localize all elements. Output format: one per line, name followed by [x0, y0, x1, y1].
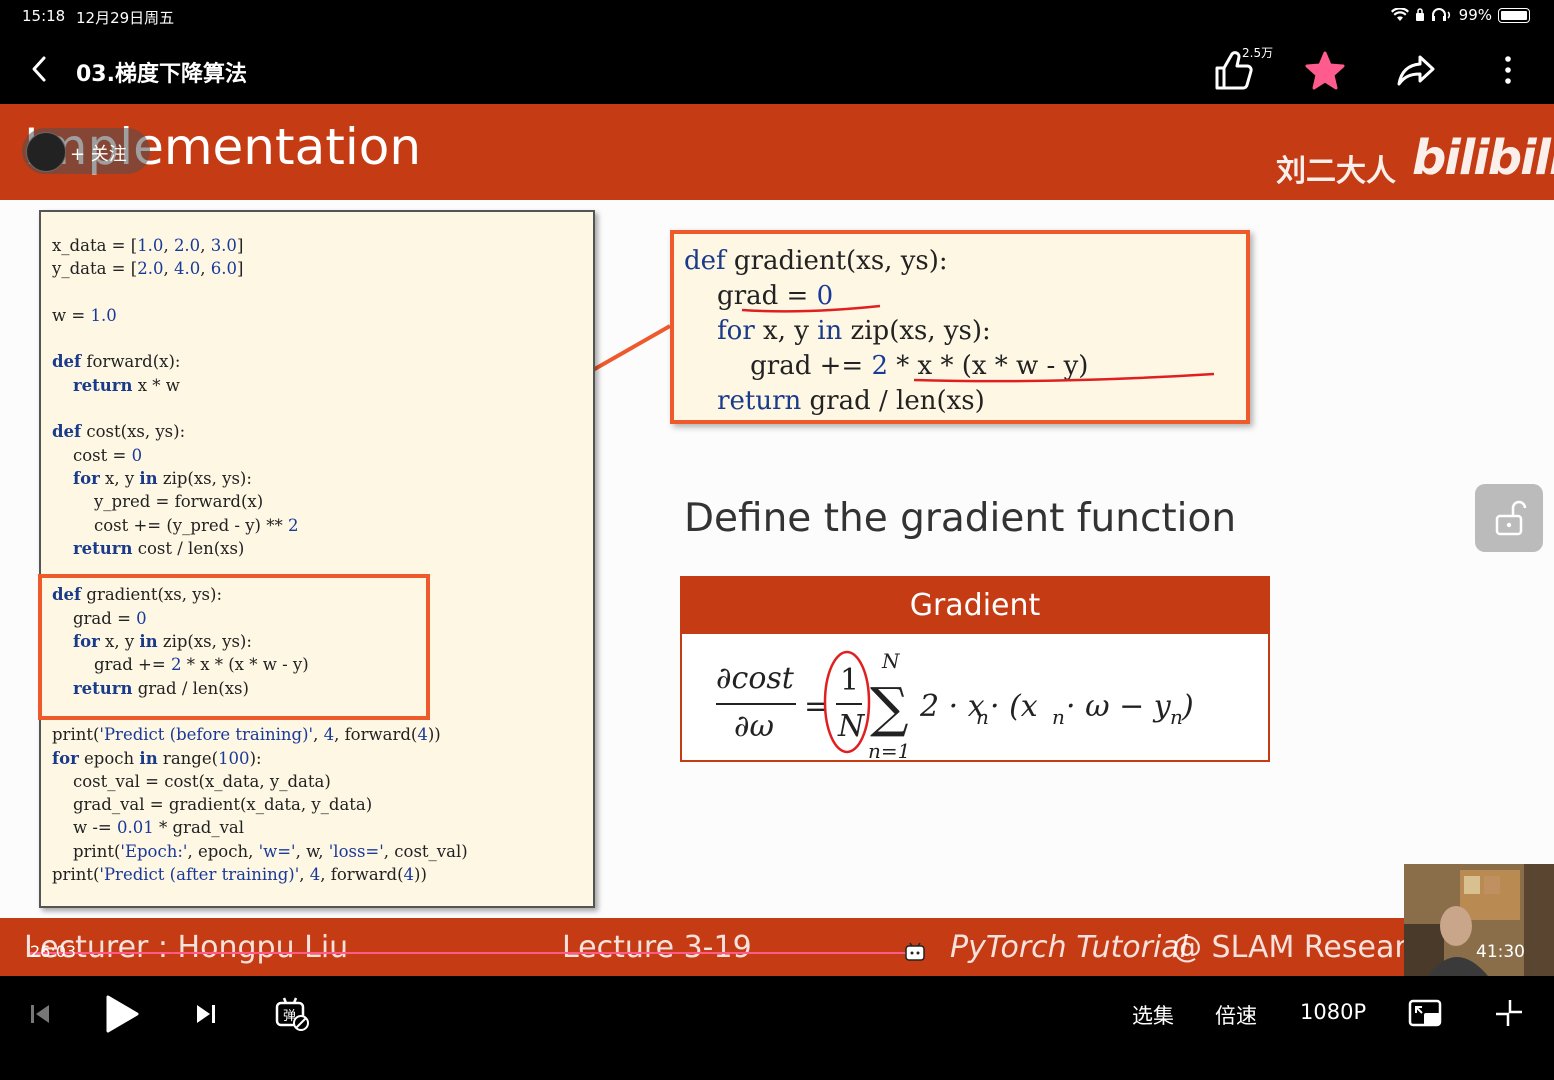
svg-text:): )	[1181, 689, 1194, 724]
more-button[interactable]	[1498, 54, 1518, 86]
battery-percent: 99%	[1458, 6, 1492, 24]
status-time: 15:18	[22, 7, 66, 25]
exit-fullscreen-button[interactable]	[1494, 998, 1524, 1028]
gradient-header: Gradient	[682, 578, 1268, 634]
svg-text:n: n	[1052, 705, 1065, 729]
code-block-main: x_data = [1.0, 2.0, 3.0] y_data = [2.0, …	[52, 236, 468, 885]
next-button[interactable]	[194, 1002, 218, 1026]
share-icon	[1397, 55, 1435, 86]
define-gradient-text: Define the gradient function	[684, 496, 1237, 541]
status-bar: 15:18 12月29日周五 99%	[0, 0, 1554, 32]
status-date: 12月29日周五	[76, 9, 175, 27]
play-button[interactable]	[104, 994, 140, 1034]
top-nav: 03.梯度下降算法 2.5万	[0, 32, 1554, 104]
red-underlines	[741, 304, 1215, 383]
wifi-icon	[1390, 8, 1409, 21]
like-count: 2.5万	[1242, 46, 1274, 60]
svg-text:· ω − y: · ω − y	[1066, 689, 1172, 724]
video-title: 03.梯度下降算法	[76, 62, 247, 87]
back-button[interactable]	[26, 52, 56, 86]
footer-tutorial: PyTorch Tutorial	[950, 930, 1189, 965]
headphones-icon	[1431, 8, 1450, 21]
total-time: 41:30	[1476, 942, 1525, 962]
svg-text:∂ω: ∂ω	[734, 709, 774, 744]
gradient-formula: ∂cost ∂ω = 1 N ∑ N n=1 2 · x n · (x n · …	[716, 649, 1194, 758]
unlock-icon	[1495, 500, 1527, 536]
code-callout: def gradient(xs, ys): grad = 0 for x, y …	[670, 230, 1250, 424]
svg-text:N: N	[881, 649, 901, 673]
svg-text:n=1: n=1	[868, 739, 910, 758]
screen-lock-button[interactable]	[1475, 484, 1543, 552]
quality-button[interactable]: 1080P	[1300, 1000, 1366, 1024]
code-highlight-box	[38, 574, 430, 720]
footer-lecture: Lecture 3-19	[562, 930, 752, 965]
gradient-formula-box: Gradient ∂cost ∂ω = 1 N ∑ N n=1 2 · x n …	[680, 576, 1270, 762]
slide-footer: Lecturer : Hongpu Liu Lecture 3-19 PyTor…	[0, 918, 1554, 976]
player-controls: 弹 选集 倍速 1080P	[0, 976, 1554, 1080]
video-player[interactable]: Implementation + 关注 刘二大人 bilibili x_data…	[0, 104, 1554, 976]
status-icons: 99%	[1390, 6, 1530, 24]
share-button[interactable]	[1396, 52, 1436, 88]
favorite-button[interactable]	[1304, 50, 1346, 92]
svg-text:n: n	[1170, 705, 1183, 729]
footer-slam: @ SLAM Resear	[1172, 930, 1407, 965]
svg-text:∂cost: ∂cost	[716, 661, 795, 696]
svg-text:1: 1	[840, 663, 859, 698]
previous-button[interactable]	[28, 1002, 52, 1026]
svg-text:· (x: · (x	[990, 689, 1038, 724]
speed-button[interactable]: 倍速	[1215, 1000, 1257, 1030]
battery-icon	[1498, 7, 1530, 23]
progress-thumb[interactable]	[904, 942, 926, 962]
current-time: 26:03	[30, 942, 77, 961]
progress-bar[interactable]	[30, 952, 908, 954]
danmaku-toggle-button[interactable]: 弹	[274, 996, 310, 1032]
code-panel: x_data = [1.0, 2.0, 3.0] y_data = [2.0, …	[39, 210, 595, 908]
svg-text:2 · x: 2 · x	[919, 689, 985, 724]
gradient-title: Gradient	[909, 588, 1041, 623]
svg-text:n: n	[976, 705, 989, 729]
episodes-button[interactable]: 选集	[1132, 1000, 1174, 1030]
svg-text:∑: ∑	[870, 676, 909, 739]
pip-button[interactable]	[1408, 998, 1444, 1030]
lock-rotation-icon	[1415, 8, 1424, 21]
star-icon	[1305, 51, 1345, 90]
